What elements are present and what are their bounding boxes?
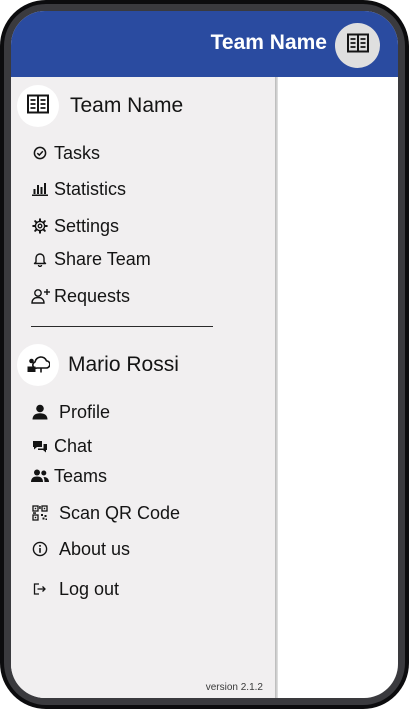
drawer-edge-shadow xyxy=(275,77,278,698)
menu-item-settings[interactable]: Settings xyxy=(31,213,119,239)
team-section-header: Team Name xyxy=(17,85,183,127)
menu-label-requests: Requests xyxy=(54,285,131,306)
info-icon xyxy=(31,540,49,558)
menu-label-scan-qr-code: Scan QR Code xyxy=(59,502,181,523)
navigation-drawer: Team Name Tasks Statistics Settings Shar… xyxy=(11,77,275,698)
people-icon xyxy=(31,467,49,485)
bell-icon xyxy=(31,250,49,268)
user-section-header: Mario Rossi xyxy=(17,344,179,386)
menu-item-statistics[interactable]: Statistics xyxy=(31,176,126,202)
check-circle-icon xyxy=(31,144,49,162)
app-bar-title: Team Name xyxy=(210,31,327,54)
person-icon xyxy=(31,403,49,421)
user-name-title: Mario Rossi xyxy=(68,353,179,376)
chat-bubbles-icon xyxy=(31,437,49,455)
section-divider xyxy=(31,326,213,327)
team-list-icon xyxy=(27,94,49,119)
menu-label-tasks: Tasks xyxy=(54,142,101,163)
menu-item-log-out[interactable]: Log out xyxy=(31,576,119,602)
menu-label-profile: Profile xyxy=(59,401,111,422)
phone-screen: Team Name Team Name Tasks Statistics Set… xyxy=(11,11,398,698)
qr-code-icon xyxy=(31,504,49,522)
logout-icon xyxy=(31,580,49,598)
menu-label-log-out: Log out xyxy=(59,578,120,599)
gear-icon xyxy=(31,217,49,235)
menu-item-profile[interactable]: Profile xyxy=(31,399,110,425)
menu-label-about-us: About us xyxy=(59,538,131,559)
menu-item-share-team[interactable]: Share Team xyxy=(31,246,151,272)
menu-item-about-us[interactable]: About us xyxy=(31,536,130,562)
add-user-icon xyxy=(31,287,51,305)
user-avatar-icon xyxy=(26,352,51,379)
team-name-title: Team Name xyxy=(70,94,184,117)
menu-label-teams: Teams xyxy=(54,465,108,486)
menu-label-statistics: Statistics xyxy=(54,178,127,199)
app-bar: Team Name xyxy=(11,11,398,77)
team-list-icon xyxy=(346,33,369,58)
menu-item-tasks[interactable]: Tasks xyxy=(31,140,100,166)
menu-item-scan-qr-code[interactable]: Scan QR Code xyxy=(31,500,180,526)
menu-label-settings: Settings xyxy=(54,215,120,236)
menu-label-chat: Chat xyxy=(54,435,93,456)
user-avatar xyxy=(17,344,59,386)
menu-label-share-team: Share Team xyxy=(54,248,151,269)
menu-item-chat[interactable]: Chat xyxy=(31,433,92,459)
bar-chart-icon xyxy=(31,180,49,198)
team-avatar-button[interactable] xyxy=(335,23,380,68)
team-avatar xyxy=(17,85,59,127)
menu-item-teams[interactable]: Teams xyxy=(31,463,107,489)
menu-item-requests[interactable]: Requests xyxy=(31,283,130,309)
version-label: version 2.1.2 xyxy=(205,682,263,693)
